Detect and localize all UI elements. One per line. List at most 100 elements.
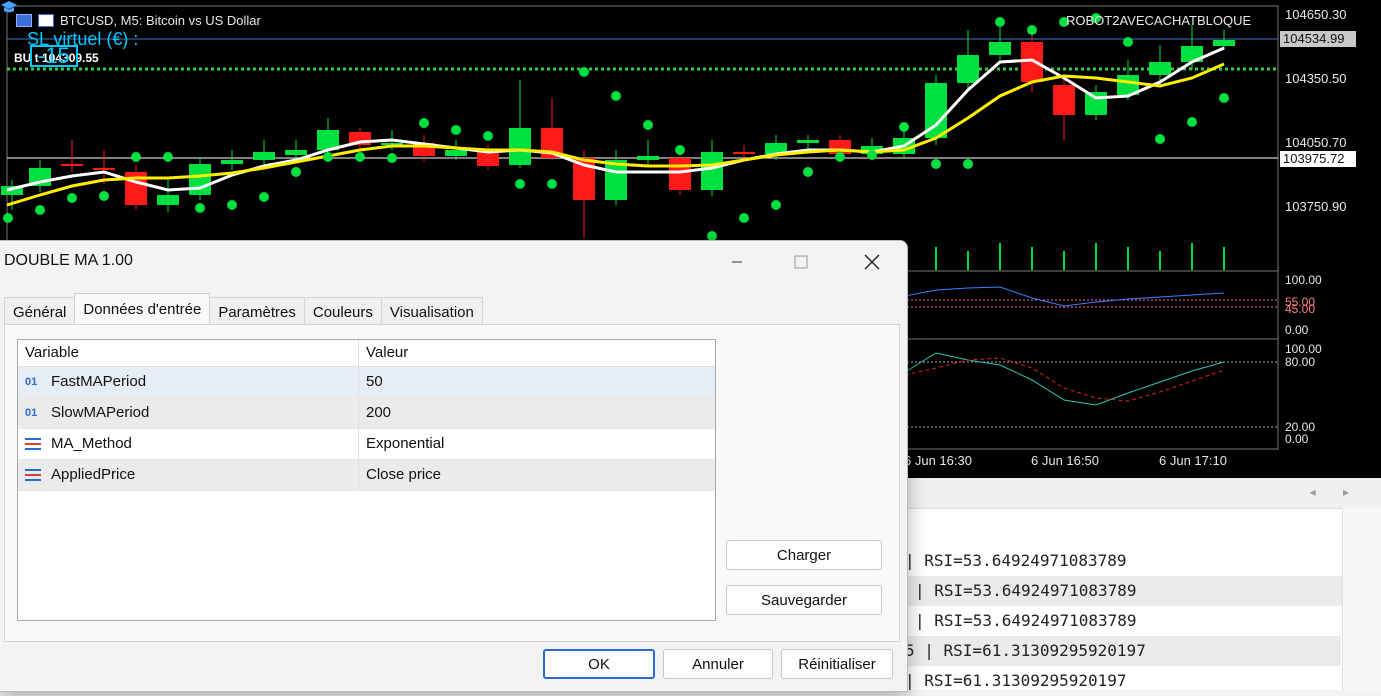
- save-button[interactable]: Sauvegarder: [726, 585, 882, 615]
- table-row[interactable]: 01 SlowMAPeriod 200: [18, 398, 715, 429]
- stochastic-axis-label: 0.00: [1285, 432, 1309, 446]
- candle-body: [477, 152, 499, 166]
- table-row[interactable]: MA_Method Exponential: [18, 429, 715, 460]
- table-row[interactable]: AppliedPrice Close price: [18, 460, 715, 491]
- enum-icon: [25, 437, 41, 451]
- close-button[interactable]: [849, 241, 895, 283]
- expert-advisor-label[interactable]: ROBOT2AVECACHATBLOQUE: [1066, 13, 1251, 28]
- tab-general[interactable]: Général: [4, 297, 76, 326]
- inputs-table[interactable]: Variable Valeur 01 FastMAPeriod 50 01 Slow…: [17, 339, 716, 621]
- maximize-icon: [794, 255, 808, 269]
- candle-body: [285, 150, 307, 155]
- parabolic-sar-dot: [579, 67, 589, 77]
- parabolic-sar-dot: [835, 152, 845, 162]
- variable-value[interactable]: Close price: [359, 460, 715, 490]
- candle-body: [253, 152, 275, 160]
- parabolic-sar-dot: [323, 152, 333, 162]
- time-axis-label: 6 Jun 16:30: [904, 453, 972, 468]
- parabolic-sar-dot: [515, 179, 525, 189]
- chart-type-icon[interactable]: [38, 14, 54, 27]
- candle-body: [637, 156, 659, 160]
- scroll-arrows-icon[interactable]: ◂ ▸: [1310, 485, 1361, 499]
- tab-parameters[interactable]: Paramètres: [209, 297, 305, 326]
- ok-button[interactable]: OK: [543, 649, 655, 679]
- parabolic-sar-dot: [451, 125, 461, 135]
- stochastic-axis-label: 100.00: [1285, 342, 1322, 356]
- variable-value[interactable]: Exponential: [359, 429, 715, 459]
- tab-colors[interactable]: Couleurs: [303, 297, 382, 326]
- variable-name: AppliedPrice: [51, 466, 136, 483]
- parabolic-sar-dot: [963, 159, 973, 169]
- stochastic-signal-line: [904, 357, 1225, 402]
- log-row[interactable]: | RSI=53.64924971083789: [905, 546, 1341, 576]
- inputs-tab-panel: Variable Valeur 01 FastMAPeriod 50 01 Slow…: [4, 324, 900, 642]
- log-row[interactable]: | RSI=53.64924971083789: [905, 576, 1351, 606]
- parabolic-sar-dot: [867, 150, 877, 160]
- parabolic-sar-dot: [259, 192, 269, 202]
- parabolic-sar-dot: [291, 167, 301, 177]
- column-header-variable[interactable]: Variable: [18, 340, 359, 366]
- column-header-value[interactable]: Valeur: [359, 340, 715, 366]
- candle-body: [957, 55, 979, 83]
- chart-menu-icon[interactable]: [16, 14, 32, 27]
- candle-body: [509, 128, 531, 165]
- minimize-button[interactable]: [714, 241, 760, 283]
- parabolic-sar-dot: [1219, 93, 1229, 103]
- variable-name: SlowMAPeriod: [51, 404, 150, 421]
- candle-body: [445, 150, 467, 156]
- log-row[interactable]: | RSI=53.64924971083789: [905, 606, 1351, 636]
- parabolic-sar-dot: [99, 191, 109, 201]
- log-row[interactable]: 5 | RSI=61.31309295920197: [905, 636, 1341, 666]
- parabolic-sar-dot: [931, 159, 941, 169]
- journal-header: ◂ ▸: [905, 478, 1381, 509]
- candle-body: [669, 158, 691, 190]
- int-icon: 01: [25, 407, 38, 419]
- parabolic-sar-dot: [1187, 117, 1197, 127]
- candle-body: [733, 152, 755, 154]
- journal-panel: ◂ ▸ | RSI=53.64924971083789 | RSI=53.649…: [905, 478, 1381, 690]
- parabolic-sar-dot: [163, 152, 173, 162]
- parabolic-sar-dot: [1123, 37, 1133, 47]
- parabolic-sar-dot: [675, 145, 685, 155]
- price-axis-label: 103750.90: [1285, 199, 1347, 214]
- load-button[interactable]: Charger: [726, 540, 882, 570]
- candle-body: [61, 164, 83, 166]
- tab-bar: Général Données d'entrée Paramètres Coul…: [4, 293, 483, 326]
- parabolic-sar-dot: [227, 200, 237, 210]
- candle-body: [701, 152, 723, 190]
- tab-visualization[interactable]: Visualisation: [380, 297, 483, 326]
- ea-properties-dialog[interactable]: DOUBLE MA 1.00 Général Données d'entrée …: [0, 240, 908, 692]
- graduation-cap-icon[interactable]: [0, 0, 18, 14]
- sl-virtual-value: -15: [30, 45, 78, 67]
- variable-value[interactable]: 200: [359, 398, 715, 428]
- parabolic-sar-dot: [387, 153, 397, 163]
- table-row[interactable]: 01 FastMAPeriod 50: [18, 367, 715, 398]
- int-icon: 01: [25, 376, 38, 388]
- parabolic-sar-dot: [611, 91, 621, 101]
- candle-body: [797, 140, 819, 143]
- price-axis-label: 104650.30: [1285, 7, 1347, 22]
- rsi-axis-label: 0.00: [1285, 323, 1309, 337]
- journal-scrollbar[interactable]: [1342, 508, 1381, 690]
- parabolic-sar-dot: [67, 193, 77, 203]
- chart-symbol-label: BTCUSD, M5: Bitcoin vs US Dollar: [60, 13, 261, 28]
- time-axis-label: 6 Jun 17:10: [1159, 453, 1227, 468]
- candle-body: [605, 160, 627, 200]
- rsi-axis-label: 45.00: [1285, 302, 1316, 316]
- reset-button[interactable]: Réinitialiser: [781, 649, 893, 679]
- candle-body: [1085, 92, 1107, 115]
- dialog-title: DOUBLE MA 1.00: [4, 252, 133, 269]
- tab-inputs[interactable]: Données d'entrée: [74, 293, 211, 326]
- candle-body: [189, 164, 211, 195]
- cancel-button[interactable]: Annuler: [663, 649, 773, 679]
- parabolic-sar-dot: [35, 205, 45, 215]
- candle-body: [93, 168, 115, 170]
- maximize-button[interactable]: [778, 241, 824, 283]
- price-pane-frame: [6, 5, 1279, 272]
- candle-body: [1149, 62, 1171, 75]
- chart-title: BTCUSD, M5: Bitcoin vs US Dollar: [16, 13, 261, 28]
- parabolic-sar-dot: [1027, 25, 1037, 35]
- variable-value[interactable]: 50: [359, 367, 715, 397]
- parabolic-sar-dot: [643, 120, 653, 130]
- log-row[interactable]: | RSI=61.31309295920197: [905, 666, 1341, 696]
